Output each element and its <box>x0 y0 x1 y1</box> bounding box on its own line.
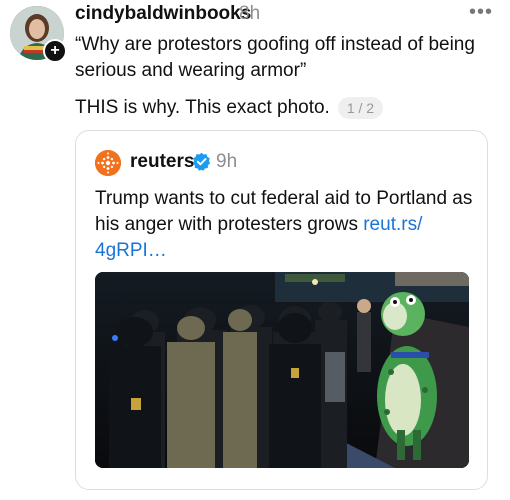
post-body-text-2: THIS is why. This exact photo. <box>75 97 330 118</box>
quoted-post-card[interactable]: reuters 9h Trump wants to cut federal ai… <box>75 130 488 490</box>
quoted-body-text: Trump wants to cut federal aid to Portla… <box>95 186 475 264</box>
more-options-icon[interactable]: ••• <box>468 1 494 23</box>
post-timestamp: 8h <box>239 3 261 24</box>
author-avatar[interactable]: + <box>10 6 67 63</box>
post-body-text: “Why are protestors goofing off instead … <box>75 34 475 81</box>
post-body-second-line: THIS is why. This exact photo. 1 / 2 <box>75 95 384 121</box>
media-page-indicator: 1 / 2 <box>337 97 384 119</box>
quoted-username[interactable]: reuters <box>130 151 194 173</box>
quoted-timestamp: 9h <box>216 151 238 172</box>
quoted-photo[interactable] <box>95 272 469 468</box>
verified-badge-icon <box>192 152 211 171</box>
follow-plus-icon[interactable]: + <box>43 39 67 63</box>
reuters-logo-icon[interactable] <box>95 150 121 176</box>
post-username[interactable]: cindybaldwinbooks <box>75 3 251 25</box>
